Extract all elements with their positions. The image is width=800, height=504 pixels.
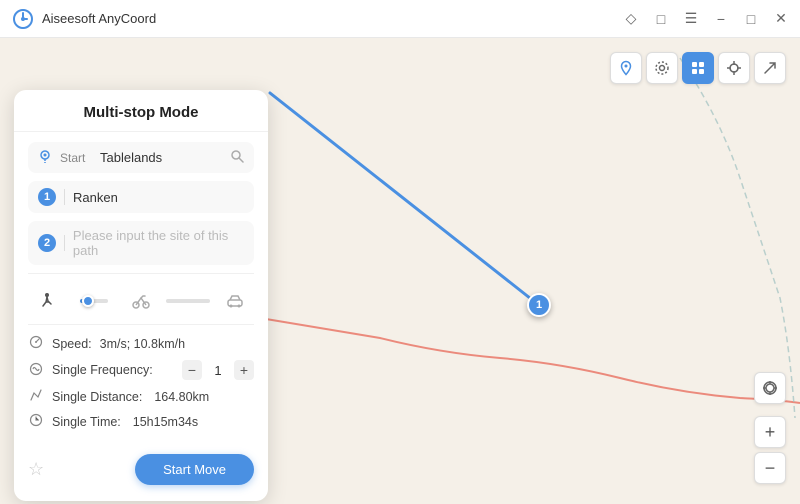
time-label: Single Time: [52, 415, 121, 429]
divider-1 [28, 273, 254, 274]
waypoint-num-2: 2 [38, 234, 56, 252]
waypoint-row-2[interactable]: 2 Please input the site of this path [28, 221, 254, 265]
settings-btn[interactable] [646, 52, 678, 84]
frequency-controls: − 1 + [182, 360, 254, 380]
menu-icon[interactable]: ☰ [684, 12, 698, 26]
speed-slider[interactable] [80, 299, 108, 303]
speed-label: Speed: [52, 337, 92, 351]
speed-value: 3m/s; 10.8km/h [100, 337, 185, 351]
speed-row: Speed: 3m/s; 10.8km/h [28, 331, 254, 356]
panel-footer: ☆ Start Move [14, 444, 268, 485]
window-controls: ◇ □ ☰ − □ ✕ [624, 12, 788, 26]
distance-icon [28, 388, 44, 405]
time-row: Single Time: 15h15m34s [28, 409, 254, 434]
square-icon[interactable]: □ [654, 12, 668, 26]
titlebar: Aiseesoft AnyCoord ◇ □ ☰ − □ ✕ [0, 0, 800, 38]
waypoint-text-1: Ranken [73, 190, 118, 205]
minimize-icon[interactable]: − [714, 12, 728, 26]
start-location-icon [38, 149, 52, 166]
distance-value: 164.80km [154, 390, 209, 404]
zoom-out-btn[interactable]: − [754, 452, 786, 484]
transport-row [28, 280, 254, 318]
marker-label: 1 [536, 299, 542, 311]
frequency-decrease-btn[interactable]: − [182, 360, 202, 380]
walk-btn[interactable] [28, 288, 66, 314]
waypoint-divider-2 [64, 235, 65, 251]
panel-title: Multi-stop Mode [14, 90, 268, 132]
time-value: 15h15m34s [133, 415, 198, 429]
diamond-icon[interactable]: ◇ [624, 12, 638, 26]
locate-btn[interactable] [754, 372, 786, 404]
bike-btn[interactable] [122, 288, 160, 314]
close-icon[interactable]: ✕ [774, 12, 788, 26]
divider-2 [28, 324, 254, 325]
distance-label: Single Distance: [52, 390, 142, 404]
start-row[interactable]: Start Tablelands [28, 142, 254, 173]
waypoint-num-1: 1 [38, 188, 56, 206]
maximize-icon[interactable]: □ [744, 12, 758, 26]
favorite-btn[interactable]: ☆ [28, 459, 44, 480]
map-toolbar [610, 52, 786, 84]
frequency-increase-btn[interactable]: + [234, 360, 254, 380]
panel-body: Start Tablelands 1 Ranken [14, 132, 268, 444]
zoom-in-btn[interactable]: + [754, 416, 786, 448]
waypoint-divider-1 [64, 189, 65, 205]
speed-icon [28, 335, 44, 352]
frequency-value: 1 [210, 363, 226, 378]
start-label: Start [60, 151, 92, 165]
map-area[interactable]: 1 [0, 38, 800, 504]
car-btn[interactable] [216, 288, 254, 314]
crosshair-btn[interactable] [718, 52, 750, 84]
panel: Multi-stop Mode Start Tablelands [14, 90, 268, 501]
location-pin-btn[interactable] [610, 52, 642, 84]
zoom-controls: + − [754, 372, 786, 484]
grid-btn[interactable] [682, 52, 714, 84]
frequency-icon [28, 362, 44, 379]
waypoint-row-1[interactable]: 1 Ranken [28, 181, 254, 213]
app-logo [12, 8, 34, 30]
distance-row: Single Distance: 164.80km [28, 384, 254, 409]
frequency-label: Single Frequency: [52, 363, 153, 377]
app-title: Aiseesoft AnyCoord [42, 11, 156, 26]
frequency-row: Single Frequency: − 1 + [28, 356, 254, 384]
start-value: Tablelands [100, 150, 222, 165]
waypoint-placeholder-2: Please input the site of this path [73, 228, 244, 258]
slider-thumb [82, 295, 94, 307]
start-move-btn[interactable]: Start Move [135, 454, 254, 485]
export-btn[interactable] [754, 52, 786, 84]
search-icon[interactable] [230, 149, 244, 166]
map-marker-1: 1 [527, 293, 551, 317]
time-icon [28, 413, 44, 430]
